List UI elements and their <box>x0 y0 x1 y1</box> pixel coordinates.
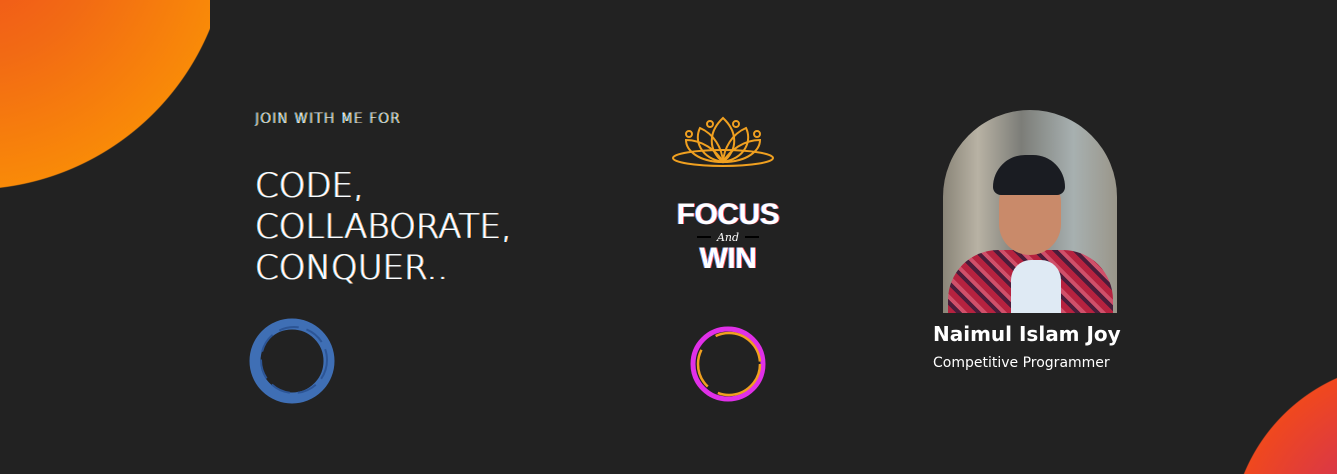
profile-role: Competitive Programmer <box>933 355 1110 371</box>
win-text: WIN <box>699 242 757 275</box>
focus-text: FOCUS <box>676 198 780 231</box>
headline-line: CONQUER.. <box>255 248 449 288</box>
headline-line: CODE, <box>255 166 364 206</box>
focus-and-win-logo: FOCUS And WIN <box>660 200 796 274</box>
hero-kicker: JOIN WITH ME FOR <box>255 111 401 127</box>
decorative-red-circle <box>1225 355 1337 474</box>
blue-brush-ring-icon <box>249 318 335 404</box>
headline-line: COLLABORATE, <box>255 207 512 247</box>
decorative-orange-circle <box>0 0 210 195</box>
hero-headline: CODE, COLLABORATE, CONQUER.. <box>255 166 512 289</box>
lotus-icon <box>672 116 774 167</box>
pink-brush-ring-icon <box>690 326 766 402</box>
profile-name: Naimul Islam Joy <box>933 322 1121 346</box>
divider <box>696 236 711 238</box>
divider <box>745 236 760 238</box>
profile-photo <box>943 110 1117 313</box>
